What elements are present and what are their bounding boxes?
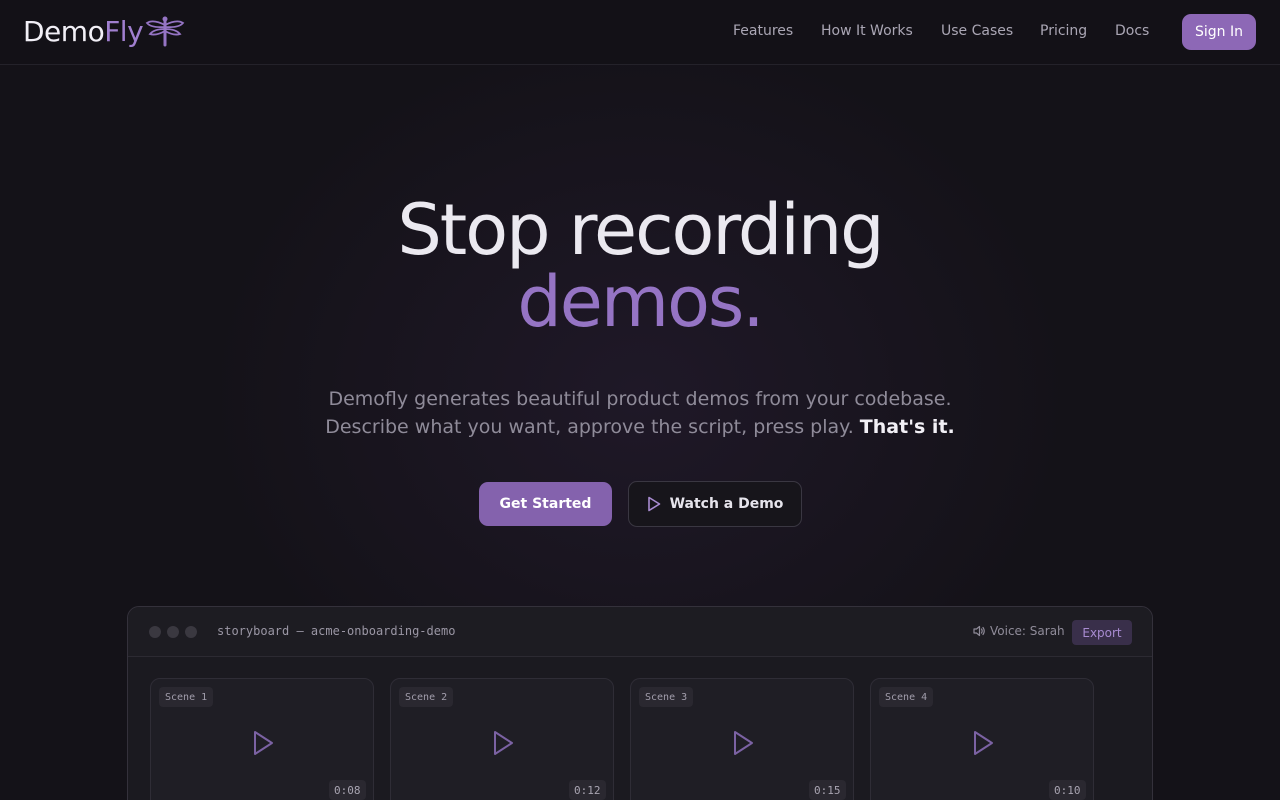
export-button[interactable]: Export bbox=[1072, 620, 1132, 645]
play-icon[interactable] bbox=[251, 729, 275, 757]
scene-label: Scene 3 bbox=[639, 687, 694, 707]
hero-title-line1: Stop recording bbox=[397, 189, 884, 271]
scene-card-3[interactable]: Scene 3 0:15 bbox=[630, 678, 854, 800]
watch-demo-button[interactable]: Watch a Demo bbox=[628, 481, 802, 527]
nav-link-how-it-works[interactable]: How It Works bbox=[821, 23, 913, 39]
scene-duration: 0:12 bbox=[569, 780, 606, 800]
hero-title-line2: demos. bbox=[517, 261, 764, 343]
scene-duration: 0:08 bbox=[329, 780, 366, 800]
hero-subtitle-emphasis: That's it. bbox=[859, 416, 955, 438]
play-icon[interactable] bbox=[971, 729, 995, 757]
scene-duration: 0:10 bbox=[1049, 780, 1086, 800]
scene-label: Scene 1 bbox=[159, 687, 214, 707]
nav-link-pricing[interactable]: Pricing bbox=[1040, 23, 1087, 39]
play-icon[interactable] bbox=[491, 729, 515, 757]
window-dot-maximize bbox=[185, 626, 197, 638]
nav-link-use-cases[interactable]: Use Cases bbox=[941, 23, 1013, 39]
window-dot-minimize bbox=[167, 626, 179, 638]
top-nav: Demo Fly Features How It Works Use Cases… bbox=[0, 0, 1280, 65]
scene-card-1[interactable]: Scene 1 0:08 bbox=[150, 678, 374, 800]
brand-logo[interactable]: Demo Fly bbox=[23, 13, 185, 49]
storyboard-window: storyboard — acme-onboarding-demo Voice:… bbox=[127, 606, 1153, 800]
scene-duration: 0:15 bbox=[809, 780, 846, 800]
scene-card-4[interactable]: Scene 4 0:10 bbox=[870, 678, 1094, 800]
brand-name-part1: Demo bbox=[23, 14, 105, 48]
scene-label: Scene 4 bbox=[879, 687, 934, 707]
brand-name-part2: Fly bbox=[104, 14, 144, 48]
play-icon[interactable] bbox=[731, 729, 755, 757]
storyboard-title: storyboard — acme-onboarding-demo bbox=[217, 624, 456, 638]
nav-link-docs[interactable]: Docs bbox=[1115, 23, 1149, 39]
voice-label: Voice: Sarah bbox=[990, 624, 1065, 638]
watch-demo-label: Watch a Demo bbox=[669, 496, 784, 512]
play-icon bbox=[647, 496, 660, 512]
speaker-icon bbox=[973, 625, 985, 637]
storyboard-header: storyboard — acme-onboarding-demo Voice:… bbox=[128, 607, 1152, 657]
voice-indicator[interactable]: Voice: Sarah bbox=[973, 624, 1065, 638]
hero-subtitle-text: Describe what you want, approve the scri… bbox=[325, 416, 854, 438]
get-started-button[interactable]: Get Started bbox=[479, 482, 612, 526]
scene-label: Scene 2 bbox=[399, 687, 454, 707]
hero-subtitle-line1: Demofly generates beautiful product demo… bbox=[328, 388, 952, 410]
scene-card-2[interactable]: Scene 2 0:12 bbox=[390, 678, 614, 800]
window-dot-close bbox=[149, 626, 161, 638]
dragonfly-icon bbox=[145, 16, 185, 47]
sign-in-button[interactable]: Sign In bbox=[1182, 14, 1256, 50]
nav-link-features[interactable]: Features bbox=[733, 23, 793, 39]
hero-subtitle-line2: Describe what you want, approve the scri… bbox=[0, 413, 1280, 441]
